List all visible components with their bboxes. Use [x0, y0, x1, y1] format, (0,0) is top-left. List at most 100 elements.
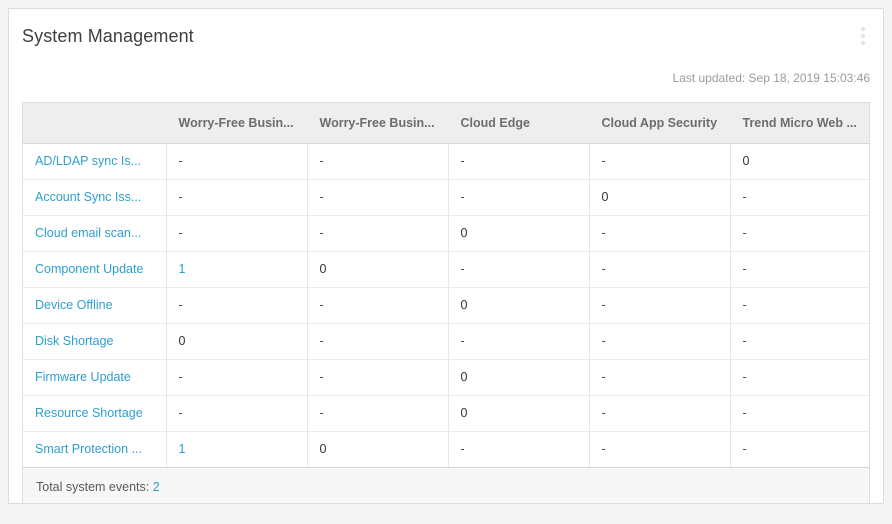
- no-data-indicator: -: [742, 406, 747, 420]
- no-data-indicator: -: [601, 406, 606, 420]
- event-type-link[interactable]: Account Sync Iss...: [35, 190, 141, 204]
- event-count-cell: -: [589, 359, 731, 396]
- event-type-link[interactable]: Disk Shortage: [35, 334, 114, 348]
- event-count-cell: -: [307, 179, 449, 216]
- kebab-dot-2: [861, 34, 865, 38]
- table-header: Worry-Free Busin... Worry-Free Busin... …: [23, 103, 869, 144]
- table-row: Smart Protection ... 1 0 - - -: [23, 431, 869, 467]
- event-type-cell: Firmware Update: [23, 359, 167, 396]
- event-count-cell: 0: [448, 287, 590, 324]
- no-data-indicator: -: [601, 442, 606, 457]
- event-count-value: 0: [460, 370, 468, 384]
- table-row: AD/LDAP sync Is... - - - - 0: [23, 143, 869, 180]
- event-count-cell: -: [166, 143, 308, 180]
- total-system-events-count[interactable]: 2: [153, 480, 160, 494]
- event-count-cell: -: [307, 323, 449, 360]
- event-count-cell: -: [307, 359, 449, 396]
- system-events-table-container: Worry-Free Busin... Worry-Free Busin... …: [22, 102, 870, 503]
- event-count-cell: -: [166, 287, 308, 324]
- column-header-wfbs-2[interactable]: Worry-Free Busin...: [307, 103, 449, 144]
- event-count-link[interactable]: 1: [179, 262, 186, 276]
- event-count-cell: -: [730, 287, 869, 324]
- table-row: Firmware Update - - 0 - -: [23, 359, 869, 396]
- kebab-dot-1: [861, 27, 865, 31]
- page-title: System Management: [22, 26, 194, 46]
- event-count-cell: -: [589, 143, 731, 180]
- no-data-indicator: -: [319, 298, 324, 312]
- no-data-indicator: -: [460, 262, 465, 276]
- event-count-cell: -: [307, 395, 449, 432]
- no-data-indicator: -: [178, 154, 183, 168]
- event-type-link[interactable]: AD/LDAP sync Is...: [35, 154, 141, 168]
- event-count-value: 0: [460, 298, 468, 312]
- table-row: Account Sync Iss... - - - 0 -: [23, 179, 869, 216]
- no-data-indicator: -: [460, 334, 465, 348]
- event-count-cell: -: [307, 143, 449, 180]
- no-data-indicator: -: [601, 370, 606, 384]
- event-type-cell: Account Sync Iss...: [23, 179, 167, 216]
- event-count-cell: -: [730, 179, 869, 216]
- event-count-cell: -: [730, 431, 869, 467]
- no-data-indicator: -: [742, 442, 747, 457]
- column-header-trend-micro-web[interactable]: Trend Micro Web ...: [730, 103, 869, 144]
- event-type-link[interactable]: Device Offline: [35, 298, 113, 312]
- event-count-cell: -: [589, 287, 731, 324]
- event-count-cell: -: [448, 179, 590, 216]
- event-count-cell: 1: [166, 431, 308, 467]
- total-system-events-label: Total system events:: [36, 480, 150, 494]
- column-header-cloud-edge[interactable]: Cloud Edge: [448, 103, 590, 144]
- event-count-cell: -: [589, 395, 731, 432]
- table-body: AD/LDAP sync Is... - - - -0 Account Sync Iss.…: [23, 143, 869, 467]
- no-data-indicator: -: [319, 406, 324, 420]
- event-type-link[interactable]: Smart Protection ...: [35, 442, 142, 456]
- event-count-cell: -: [589, 323, 731, 360]
- event-count-cell: 0: [730, 143, 869, 180]
- event-count-cell: -: [307, 287, 449, 324]
- event-type-link[interactable]: Cloud email scan...: [35, 226, 141, 240]
- event-count-value: 0: [742, 154, 750, 168]
- event-count-cell: -: [730, 359, 869, 396]
- table-row: Resource Shortage - - 0 - -: [23, 395, 869, 432]
- event-type-cell: Smart Protection ...: [23, 431, 167, 467]
- table-header-row: Worry-Free Busin... Worry-Free Busin... …: [23, 103, 869, 144]
- no-data-indicator: -: [460, 190, 465, 204]
- system-events-table: Worry-Free Busin... Worry-Free Busin... …: [23, 103, 869, 467]
- table-row: Component Update 1 0 - - -: [23, 251, 869, 288]
- event-count-cell: -: [589, 431, 731, 467]
- event-count-link[interactable]: 1: [179, 442, 186, 456]
- no-data-indicator: -: [601, 262, 606, 276]
- no-data-indicator: -: [178, 370, 183, 384]
- event-count-value: 0: [460, 226, 468, 240]
- system-management-widget: System Management Last updated: Sep 18, …: [8, 8, 884, 504]
- event-type-link[interactable]: Resource Shortage: [35, 406, 143, 420]
- no-data-indicator: -: [319, 190, 324, 204]
- event-count-value: 0: [319, 442, 327, 457]
- event-count-cell: -: [307, 215, 449, 252]
- event-count-cell: -: [589, 251, 731, 288]
- event-count-value: 0: [601, 190, 609, 204]
- event-type-cell: Disk Shortage: [23, 323, 167, 360]
- event-count-cell: -: [166, 215, 308, 252]
- no-data-indicator: -: [742, 334, 747, 348]
- column-header-event[interactable]: [23, 103, 167, 144]
- event-type-cell: AD/LDAP sync Is...: [23, 143, 167, 180]
- event-count-value: 0: [319, 262, 327, 276]
- event-count-cell: -: [166, 359, 308, 396]
- no-data-indicator: -: [319, 154, 324, 168]
- event-count-cell: 1: [166, 251, 308, 288]
- no-data-indicator: -: [319, 370, 324, 384]
- column-header-wfbs-1[interactable]: Worry-Free Busin...: [166, 103, 308, 144]
- table-row: Cloud email scan... - - 0 - -: [23, 215, 869, 252]
- event-type-link[interactable]: Component Update: [35, 262, 143, 276]
- event-count-cell: -: [589, 215, 731, 252]
- event-type-link[interactable]: Firmware Update: [35, 370, 131, 384]
- no-data-indicator: -: [178, 226, 183, 240]
- event-count-cell: 0: [307, 431, 449, 467]
- no-data-indicator: -: [742, 298, 747, 312]
- no-data-indicator: -: [601, 334, 606, 348]
- event-count-cell: -: [448, 323, 590, 360]
- event-type-cell: Component Update: [23, 251, 167, 288]
- no-data-indicator: -: [742, 226, 747, 240]
- kebab-menu-icon[interactable]: [855, 25, 871, 47]
- column-header-cloud-app-security[interactable]: Cloud App Security: [589, 103, 731, 144]
